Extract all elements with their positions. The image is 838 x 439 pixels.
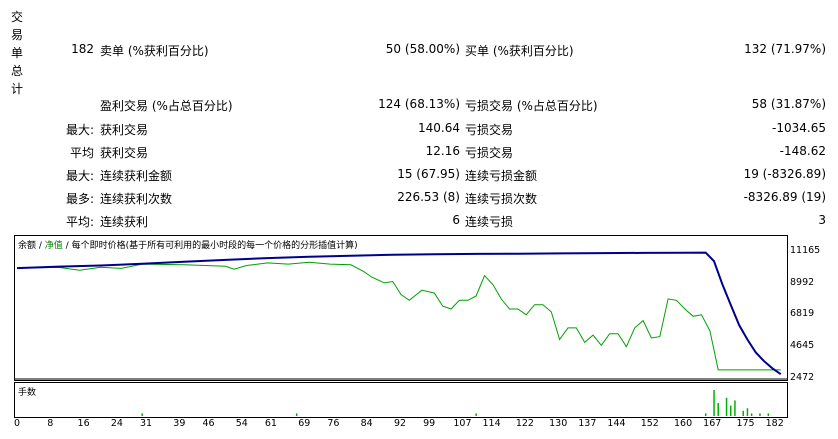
volume-chart[interactable]: 手数: [14, 382, 788, 418]
x-tick-label: 175: [736, 418, 755, 429]
balance-chart[interactable]: 余额 / 净值 / 每个即时价格(基于所有可利用的最小时段的每一个价格的分形插值…: [14, 235, 788, 381]
short-trades-label: 卖单 (%获利百分比): [100, 44, 209, 58]
x-tick-label: 46: [202, 418, 215, 429]
x-tick-label: 122: [515, 418, 534, 429]
volume-plot: [141, 390, 770, 416]
stat-right-value: 19 (-8326.89): [743, 167, 826, 181]
x-tick-label: 16: [77, 418, 90, 429]
loss-trades-value: 58 (31.87%): [751, 97, 826, 111]
x-tick-label: 182: [765, 418, 784, 429]
x-tick-label: 107: [453, 418, 472, 429]
stat-right-label: 亏损交易: [465, 123, 514, 137]
x-tick-label: 39: [173, 418, 186, 429]
series-balance-line: [16, 251, 782, 376]
x-tick-label: 160: [674, 418, 693, 429]
profit-trades-label: 盈利交易 (%占总百分比): [100, 99, 233, 113]
vertical-char: 总: [10, 64, 23, 78]
stat-right-label: 亏损交易: [465, 146, 514, 160]
vertical-char: 易: [10, 28, 23, 42]
stat-right-label: 连续亏损: [465, 215, 514, 229]
x-tick-label: 130: [549, 418, 568, 429]
stat-right-value: -8326.89 (19): [743, 190, 826, 204]
stat-left-label: 获利交易: [100, 146, 149, 160]
stat-right-value: 3: [818, 213, 826, 227]
stat-left-label: 连续获利: [100, 215, 149, 229]
x-tick-label: 152: [640, 418, 659, 429]
stat-right-value: -1034.65: [772, 121, 826, 135]
long-trades-value: 132 (71.97%): [744, 42, 826, 56]
stat-prefix: 最多:: [65, 192, 94, 206]
x-tick-label: 92: [393, 418, 407, 429]
chart-plot: [15, 251, 787, 380]
x-tick-label: 76: [327, 418, 340, 429]
vertical-char: 单: [10, 46, 23, 60]
x-tick-label: 24: [110, 418, 123, 429]
stat-left-value: 140.64: [418, 121, 460, 135]
series-equity-line: [16, 261, 781, 371]
short-trades-value: 50 (58.00%): [385, 42, 460, 56]
loss-trades-label: 亏损交易 (%占总百分比): [465, 99, 598, 113]
profit-trades-value: 124 (68.13%): [378, 97, 460, 111]
stat-right-label: 连续亏损金额: [465, 169, 538, 183]
x-tick-label: 0: [13, 418, 21, 429]
y-tick-label: 11165: [790, 245, 821, 256]
stat-right-label: 连续亏损次数: [465, 192, 538, 206]
summary-vertical-label: 交 易 单 总 计: [10, 8, 24, 98]
x-tick-label: 84: [360, 418, 373, 429]
stat-left-value: 15 (67.95): [397, 167, 460, 181]
vertical-char: 计: [10, 82, 23, 96]
y-tick-label: 2472: [790, 372, 815, 383]
stat-left-value: 12.16: [425, 144, 460, 158]
x-tick-label: 167: [703, 418, 722, 429]
x-tick-label: 31: [140, 418, 153, 429]
vertical-char: 交: [10, 10, 23, 24]
x-tick-label: 61: [264, 418, 277, 429]
stat-left-label: 连续获利金额: [100, 169, 173, 183]
stat-left-label: 连续获利次数: [100, 192, 173, 206]
stat-prefix: 平均:: [65, 215, 94, 229]
stat-prefix: 最大:: [65, 169, 94, 183]
stat-prefix: 最大:: [65, 123, 94, 137]
stat-left-label: 获利交易: [100, 123, 149, 137]
x-tick-label: 8: [47, 418, 54, 429]
long-trades-label: 买单 (%获利百分比): [465, 44, 574, 58]
y-tick-label: 6819: [790, 308, 815, 320]
stat-left-value: 6: [452, 213, 460, 227]
y-tick-label: 8992: [790, 276, 815, 288]
stat-right-value: -148.62: [779, 144, 826, 158]
x-tick-label: 137: [578, 418, 597, 429]
x-tick-label: 69: [298, 418, 311, 429]
x-tick-label: 54: [235, 418, 248, 429]
total-trades-value: 182: [71, 42, 94, 56]
stat-left-value: 226.53 (8): [397, 190, 460, 204]
x-tick-label: 114: [482, 418, 501, 429]
x-tick-label: 99: [423, 418, 436, 429]
stat-prefix: 平均: [69, 146, 94, 160]
y-tick-label: 4645: [790, 340, 815, 352]
x-tick-label: 144: [607, 418, 626, 429]
